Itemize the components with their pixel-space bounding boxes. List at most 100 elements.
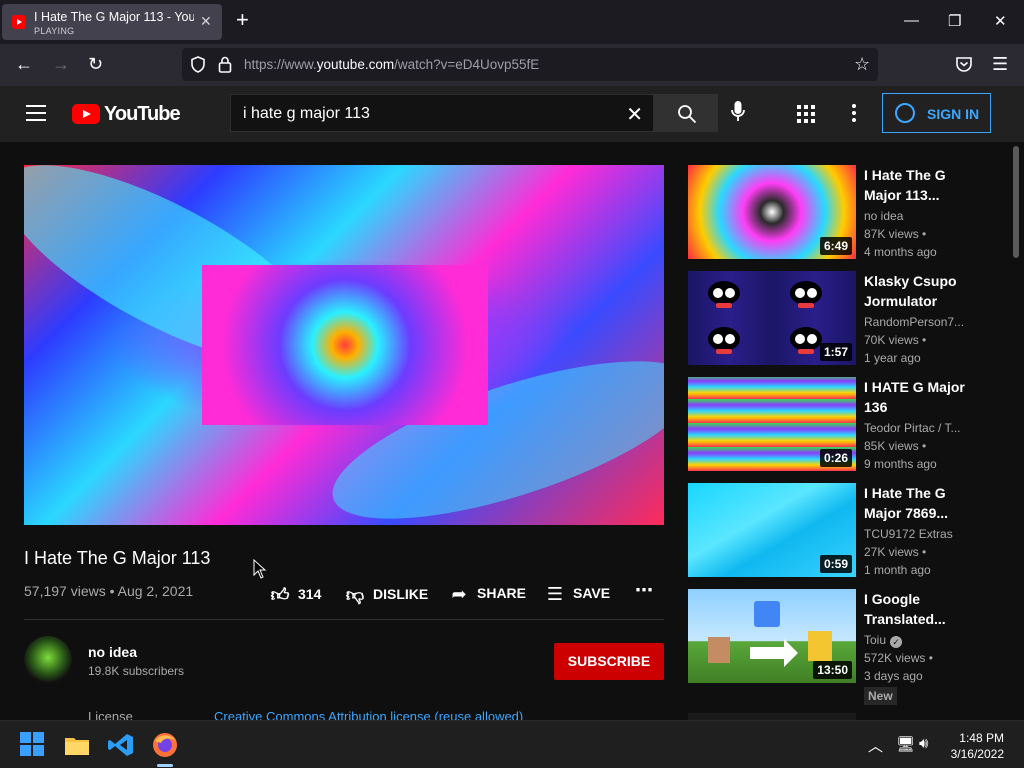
- video-title[interactable]: Klasky Csupo Jormulator: [864, 271, 984, 311]
- video-title[interactable]: I Hate The G Major 113...: [864, 165, 984, 205]
- volume-icon[interactable]: 🔊︎: [919, 735, 928, 752]
- share-button[interactable]: ➦ SHARE: [449, 584, 526, 605]
- shield-icon[interactable]: [190, 56, 206, 73]
- windows-taskbar: ︿ 🖥︎ 🔊︎ 1:48 PM 3/16/2022: [0, 720, 1024, 768]
- video-title[interactable]: I Google Translated...: [864, 589, 984, 629]
- youtube-header: YouTube i hate g major 113 ✕ SIGN IN: [0, 86, 1024, 142]
- channel-name[interactable]: RandomPerson7...: [864, 315, 984, 329]
- share-icon: ➦: [451, 584, 467, 604]
- guide-menu-icon[interactable]: [26, 105, 46, 121]
- url-prefix: https://www.: [244, 57, 317, 72]
- microphone-icon[interactable]: [730, 100, 746, 124]
- recommended-video[interactable]: 6:49 I Hate The G Major 113... no idea 8…: [688, 165, 1004, 259]
- upload-age: 9 months ago: [864, 457, 937, 471]
- show-hidden-icons-icon[interactable]: ︿: [868, 735, 883, 756]
- channel-name[interactable]: Teodor Pirtac / T...: [864, 421, 984, 435]
- clock-time: 1:48 PM: [959, 731, 1004, 745]
- view-count: 70K views •: [864, 333, 927, 347]
- youtube-play-icon: [72, 104, 100, 124]
- search-input[interactable]: i hate g major 113 ✕: [230, 94, 654, 132]
- save-label: SAVE: [573, 585, 611, 601]
- sign-in-label: SIGN IN: [927, 106, 980, 122]
- scrollbar-thumb[interactable]: [1013, 146, 1019, 258]
- new-tab-button[interactable]: +: [236, 9, 249, 31]
- forward-icon[interactable]: →: [52, 54, 70, 74]
- upload-age: 4 months ago: [864, 245, 937, 259]
- tab-title: I Hate The G Major 113 - YouTube: [34, 10, 194, 24]
- browser-nav-bar: ← → ↻ https://www.youtube.com/watch?v=eD…: [0, 44, 1024, 86]
- address-bar[interactable]: https://www.youtube.com/watch?v=eD4Uovp5…: [182, 48, 878, 81]
- start-windows-icon[interactable]: [19, 731, 47, 759]
- search-query: i hate g major 113: [243, 105, 370, 122]
- search-button[interactable]: [654, 94, 718, 132]
- subscribe-button[interactable]: SUBSCRIBE: [554, 643, 664, 680]
- video-thumbnail[interactable]: 0:59: [688, 483, 856, 577]
- recommended-video[interactable]: 1:57 Klasky Csupo Jormulator RandomPerso…: [688, 271, 1004, 365]
- dislike-button[interactable]: 👎︎ DISLIKE: [345, 584, 428, 606]
- view-count: 572K views •: [864, 651, 933, 665]
- playlist-add-icon: ☰: [546, 584, 564, 604]
- youtube-favicon-icon: [12, 15, 26, 29]
- upload-age: 1 month ago: [864, 563, 931, 577]
- video-duration: 0:59: [819, 555, 852, 573]
- pocket-icon[interactable]: [955, 56, 973, 73]
- video-thumbnail-partial[interactable]: [688, 713, 856, 720]
- close-tab-icon[interactable]: ✕: [200, 13, 212, 30]
- bookmark-star-icon[interactable]: ☆: [854, 54, 870, 74]
- thumbs-down-icon: 👎︎: [345, 585, 365, 605]
- reload-icon[interactable]: ↻: [88, 54, 103, 74]
- video-thumbnail[interactable]: 1:57: [688, 271, 856, 365]
- clear-search-icon[interactable]: ✕: [626, 102, 643, 127]
- recommended-video[interactable]: 0:26 I HATE G Major 136 Teodor Pirtac / …: [688, 377, 1004, 471]
- save-button[interactable]: ☰ SAVE: [545, 584, 610, 605]
- channel-name[interactable]: no idea: [864, 209, 984, 223]
- close-window-icon[interactable]: ✕: [994, 12, 1007, 30]
- thumbs-up-icon: 👍︎: [270, 585, 290, 605]
- sign-in-button[interactable]: SIGN IN: [882, 93, 991, 133]
- firefox-icon[interactable]: [151, 731, 179, 759]
- browser-tab[interactable]: I Hate The G Major 113 - YouTube PLAYING…: [2, 4, 222, 40]
- channel-name[interactable]: no idea: [88, 644, 137, 660]
- video-thumbnail[interactable]: 6:49: [688, 165, 856, 259]
- recommended-video[interactable]: 13:50 I Google Translated... Toiu ✓ 572K …: [688, 589, 1004, 705]
- file-explorer-icon[interactable]: [63, 731, 91, 759]
- active-app-indicator: [157, 764, 173, 767]
- settings-more-icon[interactable]: [852, 104, 856, 125]
- back-icon[interactable]: ←: [15, 54, 33, 74]
- channel-name[interactable]: TCU9172 Extras: [864, 527, 984, 541]
- vscode-icon[interactable]: [107, 731, 135, 759]
- system-clock[interactable]: 1:48 PM 3/16/2022: [951, 730, 1004, 762]
- video-title[interactable]: I Hate The G Major 7869...: [864, 483, 984, 523]
- tab-status: PLAYING: [34, 26, 75, 36]
- share-label: SHARE: [477, 585, 527, 601]
- app-menu-icon[interactable]: ☰: [992, 54, 1008, 74]
- subscriber-count: 19.8K subscribers: [88, 664, 185, 678]
- video-title: I Hate The G Major 113: [24, 548, 211, 568]
- like-button[interactable]: 👍︎ 314: [270, 584, 322, 606]
- more-actions-button[interactable]: ⋯: [635, 580, 653, 601]
- video-meta: 57,197 views • Aug 2, 2021: [24, 583, 194, 599]
- channel-avatar[interactable]: [24, 636, 72, 684]
- video-title[interactable]: I HATE G Major 136: [864, 377, 984, 417]
- minimize-icon[interactable]: —: [904, 12, 919, 29]
- video-frame-center: [202, 265, 488, 425]
- account-icon: [895, 103, 915, 123]
- url-text: https://www.youtube.com/watch?v=eD4Uovp5…: [244, 57, 539, 72]
- apps-grid-icon[interactable]: [797, 105, 815, 123]
- channel-name-text: Toiu: [864, 633, 887, 647]
- dislike-label: DISLIKE: [373, 586, 429, 602]
- recommended-video[interactable]: 0:59 I Hate The G Major 7869... TCU9172 …: [688, 483, 1004, 577]
- video-duration: 0:26: [819, 449, 852, 467]
- video-thumbnail[interactable]: 13:50: [688, 589, 856, 683]
- url-domain: youtube.com: [316, 57, 395, 72]
- view-count: 27K views •: [864, 545, 927, 559]
- clock-date: 3/16/2022: [950, 747, 1004, 761]
- restore-icon[interactable]: ❐: [948, 12, 961, 30]
- mouse-cursor-icon: [253, 559, 267, 579]
- upload-age: 1 year ago: [864, 351, 921, 365]
- video-thumbnail[interactable]: 0:26: [688, 377, 856, 471]
- channel-name[interactable]: Toiu ✓: [864, 633, 984, 648]
- lock-icon[interactable]: [218, 56, 232, 73]
- network-icon[interactable]: 🖥︎: [896, 735, 915, 753]
- video-player[interactable]: [24, 165, 664, 525]
